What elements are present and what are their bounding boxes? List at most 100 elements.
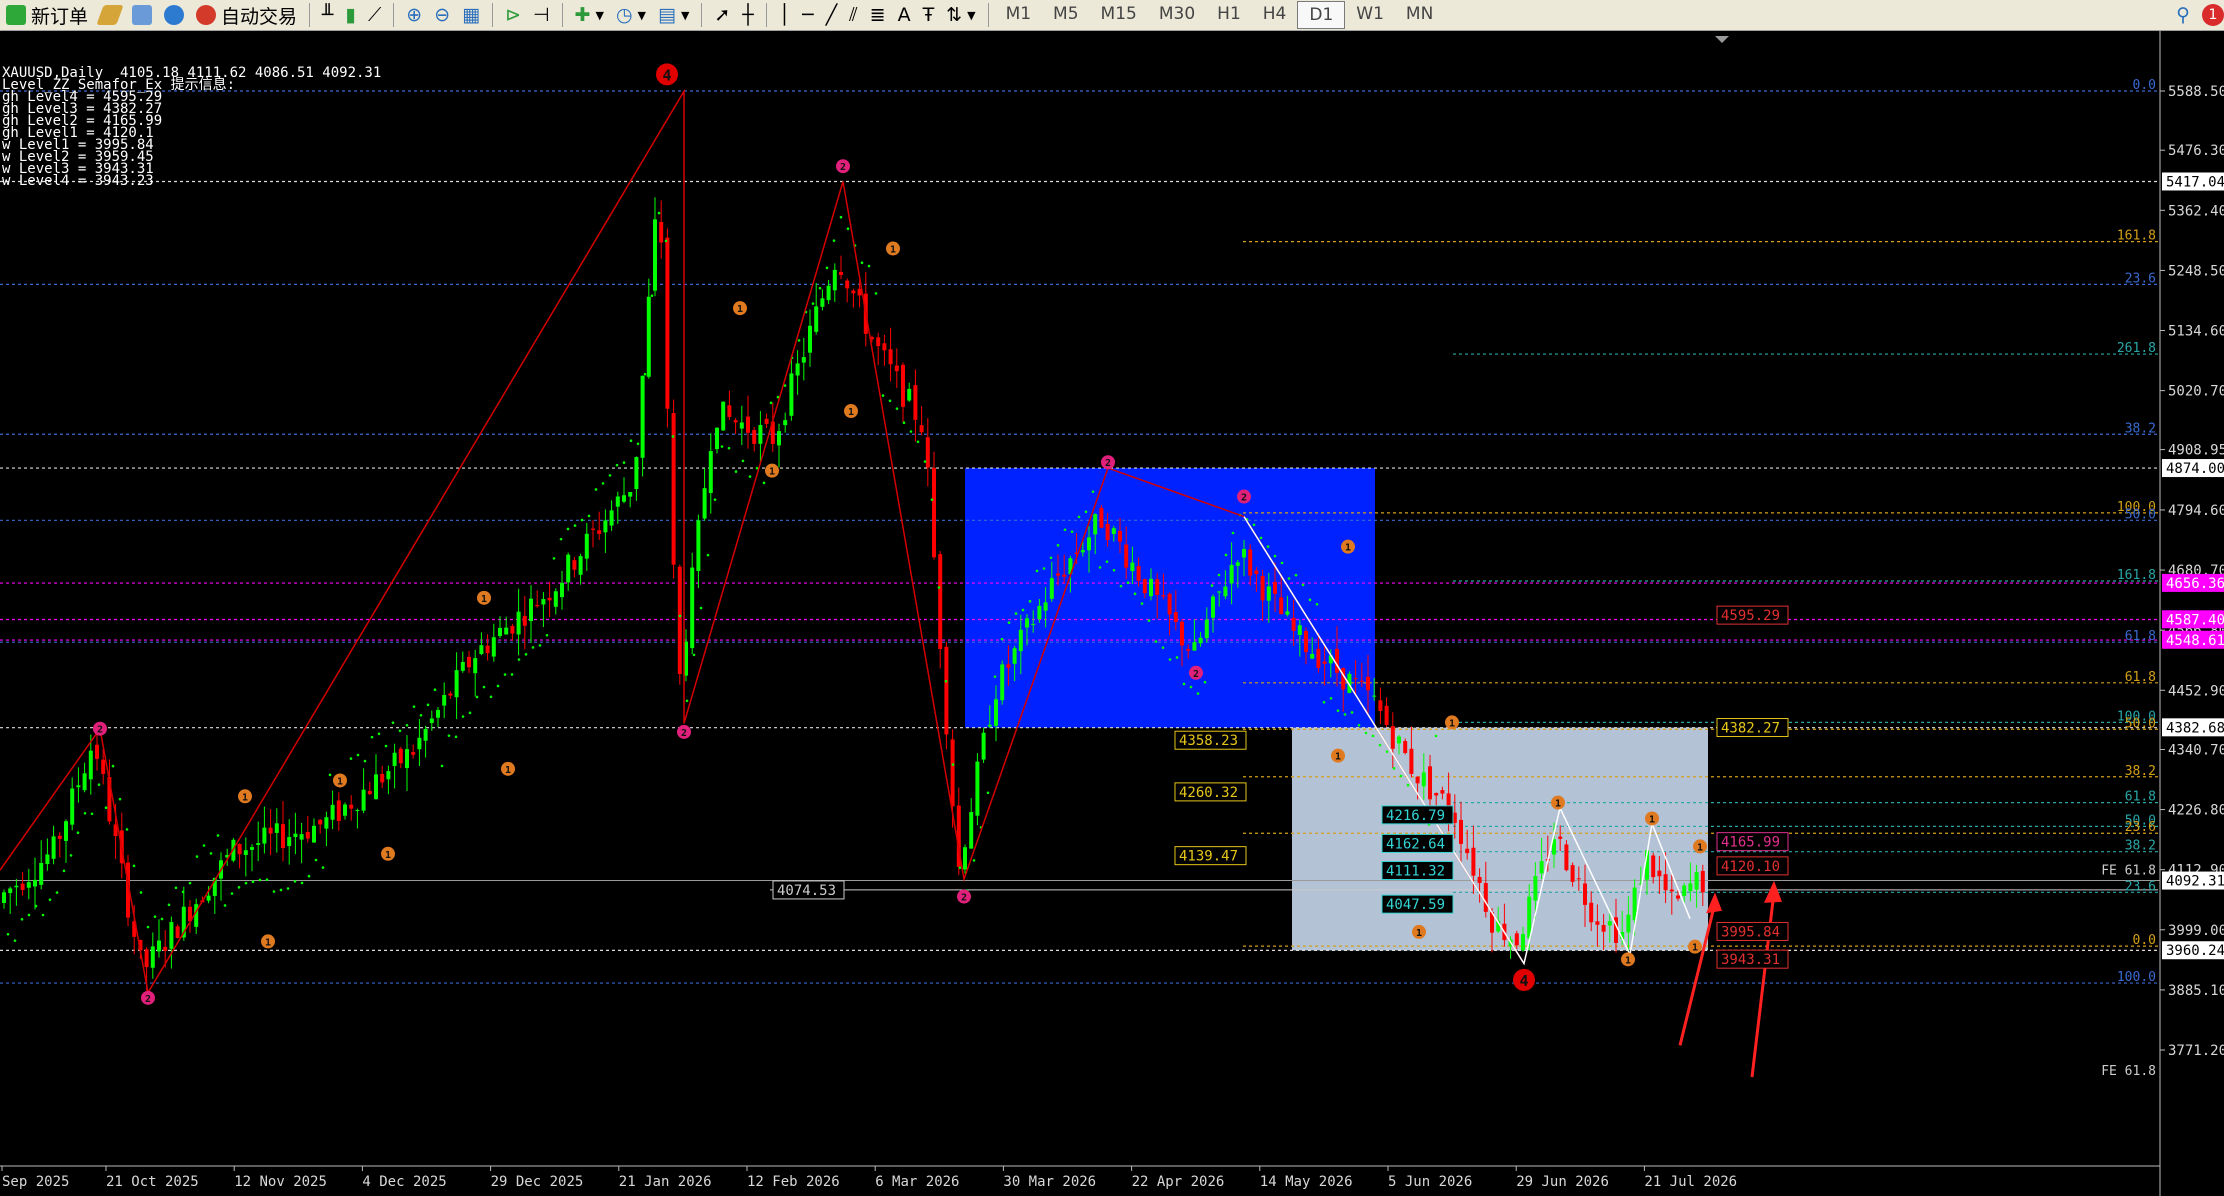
sar-dot: [1203, 680, 1207, 684]
price-tick-label: 5362.40: [2168, 203, 2224, 219]
data-window-icon: [132, 5, 153, 25]
equidistant-channel-button[interactable]: ⫽: [843, 2, 863, 28]
sar-dot: [41, 913, 45, 917]
timeframe-m30[interactable]: M30: [1148, 1, 1206, 27]
sar-dot: [734, 470, 738, 473]
fib-percent-label: 261.8: [2117, 341, 2156, 356]
navigator-button[interactable]: [158, 2, 190, 28]
sar-dot: [825, 266, 829, 270]
search-button[interactable]: ⚲: [2170, 2, 2196, 28]
strategy-tester-button[interactable]: [94, 2, 126, 28]
candle: [423, 728, 428, 741]
sar-dot: [321, 866, 325, 869]
sar-dot: [412, 705, 416, 708]
fibonacci-icon: ≣: [869, 4, 886, 26]
candle: [696, 520, 701, 572]
timeframe-w1[interactable]: W1: [1345, 1, 1395, 27]
autoscroll-button[interactable]: ⊳: [499, 2, 527, 28]
sar-dot: [1336, 709, 1340, 712]
candle-chart-button[interactable]: ▮: [339, 2, 361, 28]
candle: [256, 843, 261, 845]
timeframe-h1[interactable]: H1: [1206, 1, 1252, 27]
candle: [913, 385, 918, 420]
sar-dot: [69, 854, 73, 857]
timeframe-h4[interactable]: H4: [1252, 1, 1298, 27]
zoom-out-button[interactable]: ⊖: [428, 2, 456, 28]
time-tick-label: 12 Nov 2025: [234, 1174, 327, 1190]
horizontal-line-button[interactable]: ─: [796, 2, 819, 28]
sar-dot: [1301, 583, 1305, 587]
candle: [578, 556, 583, 575]
bar-chart-button[interactable]: ╨: [316, 2, 339, 28]
sar-dot: [531, 646, 535, 649]
candle: [591, 528, 595, 530]
semafor-label: 1: [1692, 943, 1698, 954]
sar-dot: [405, 723, 409, 727]
candle: [963, 847, 967, 870]
timeframe-m15[interactable]: M15: [1090, 1, 1148, 27]
trendline-button[interactable]: ╱: [820, 2, 843, 28]
candle: [739, 422, 744, 429]
sar-dot: [104, 806, 108, 810]
candle: [76, 785, 81, 788]
semafor-label: 2: [681, 728, 687, 739]
data-window-button[interactable]: [126, 2, 158, 28]
vertical-line-button[interactable]: │: [773, 2, 796, 28]
indicators-button[interactable]: ✚ ▼: [569, 2, 610, 28]
timeframe-m1[interactable]: M1: [995, 1, 1042, 27]
candle: [814, 306, 819, 332]
candle: [250, 847, 254, 850]
sar-dot: [573, 524, 577, 527]
chart-window[interactable]: 4 4 2 2 2 2 2 2 2 2 1 1 1 1 1 1 1 1 1 1 1 1 1 1 1 1 1 1 1 4358.23 4260…: [0, 31, 2224, 1196]
line-chart-button[interactable]: ⟋: [362, 2, 387, 28]
sar-dot: [1147, 619, 1151, 622]
auto-trade-button[interactable]: 自动交易: [190, 2, 303, 28]
candle: [622, 495, 626, 502]
candle: [1378, 700, 1383, 711]
candle: [318, 819, 323, 825]
candle: [1366, 676, 1370, 691]
sar-dot: [426, 703, 430, 707]
sar-dot: [741, 459, 745, 463]
candle: [1576, 878, 1581, 880]
sar-dot: [629, 439, 633, 443]
sar-dot: [1140, 602, 1144, 605]
timeframe-m5[interactable]: M5: [1042, 1, 1089, 27]
sar-dot: [1196, 692, 1200, 695]
candle: [436, 709, 440, 718]
candle: [1589, 902, 1594, 923]
sar-dot: [1007, 621, 1011, 624]
candle: [535, 605, 540, 607]
sar-dot: [34, 904, 38, 908]
candle: [1570, 865, 1575, 882]
candle: [64, 821, 68, 841]
text-tool-button[interactable]: A: [892, 2, 917, 28]
candle: [857, 288, 862, 296]
arrows-button[interactable]: ⇅ ▼: [940, 2, 981, 28]
candle: [1266, 586, 1271, 601]
vertical-line-icon: │: [778, 4, 791, 26]
templates-button[interactable]: ▤ ▼: [652, 2, 695, 28]
fibonacci-button[interactable]: ≣: [864, 2, 892, 28]
crosshair-tool-button[interactable]: ┼: [736, 2, 759, 28]
tile-windows-button[interactable]: ▦: [456, 2, 486, 28]
price-tick-label: 3999.00: [2168, 923, 2224, 939]
candle: [374, 774, 378, 800]
timeframe-d1[interactable]: D1: [1297, 1, 1346, 29]
sar-dot: [293, 880, 297, 883]
zoom-in-button[interactable]: ⊕: [400, 2, 428, 28]
notifications-button[interactable]: 1: [2196, 2, 2224, 28]
candle: [901, 364, 905, 407]
price-label-text: 4358.23: [1179, 733, 1238, 749]
timeframe-mn[interactable]: MN: [1395, 1, 1444, 27]
price-chart[interactable]: 4 4 2 2 2 2 2 2 2 2 1 1 1 1 1 1 1 1 1 1 1 1 1 1 1 1 1 1 1 4358.23 4260…: [0, 31, 2224, 1196]
text-label-button[interactable]: Ŧ: [917, 2, 941, 28]
sar-dot: [370, 735, 374, 739]
candle: [832, 269, 837, 291]
chart-shift-button[interactable]: ⊣: [527, 2, 556, 28]
cursor-tool-button[interactable]: ➚: [708, 2, 736, 28]
new-order-button[interactable]: 新订单: [0, 2, 94, 28]
periods-button[interactable]: ◷ ▼: [610, 2, 652, 28]
candle: [938, 554, 943, 650]
candle: [801, 357, 806, 363]
